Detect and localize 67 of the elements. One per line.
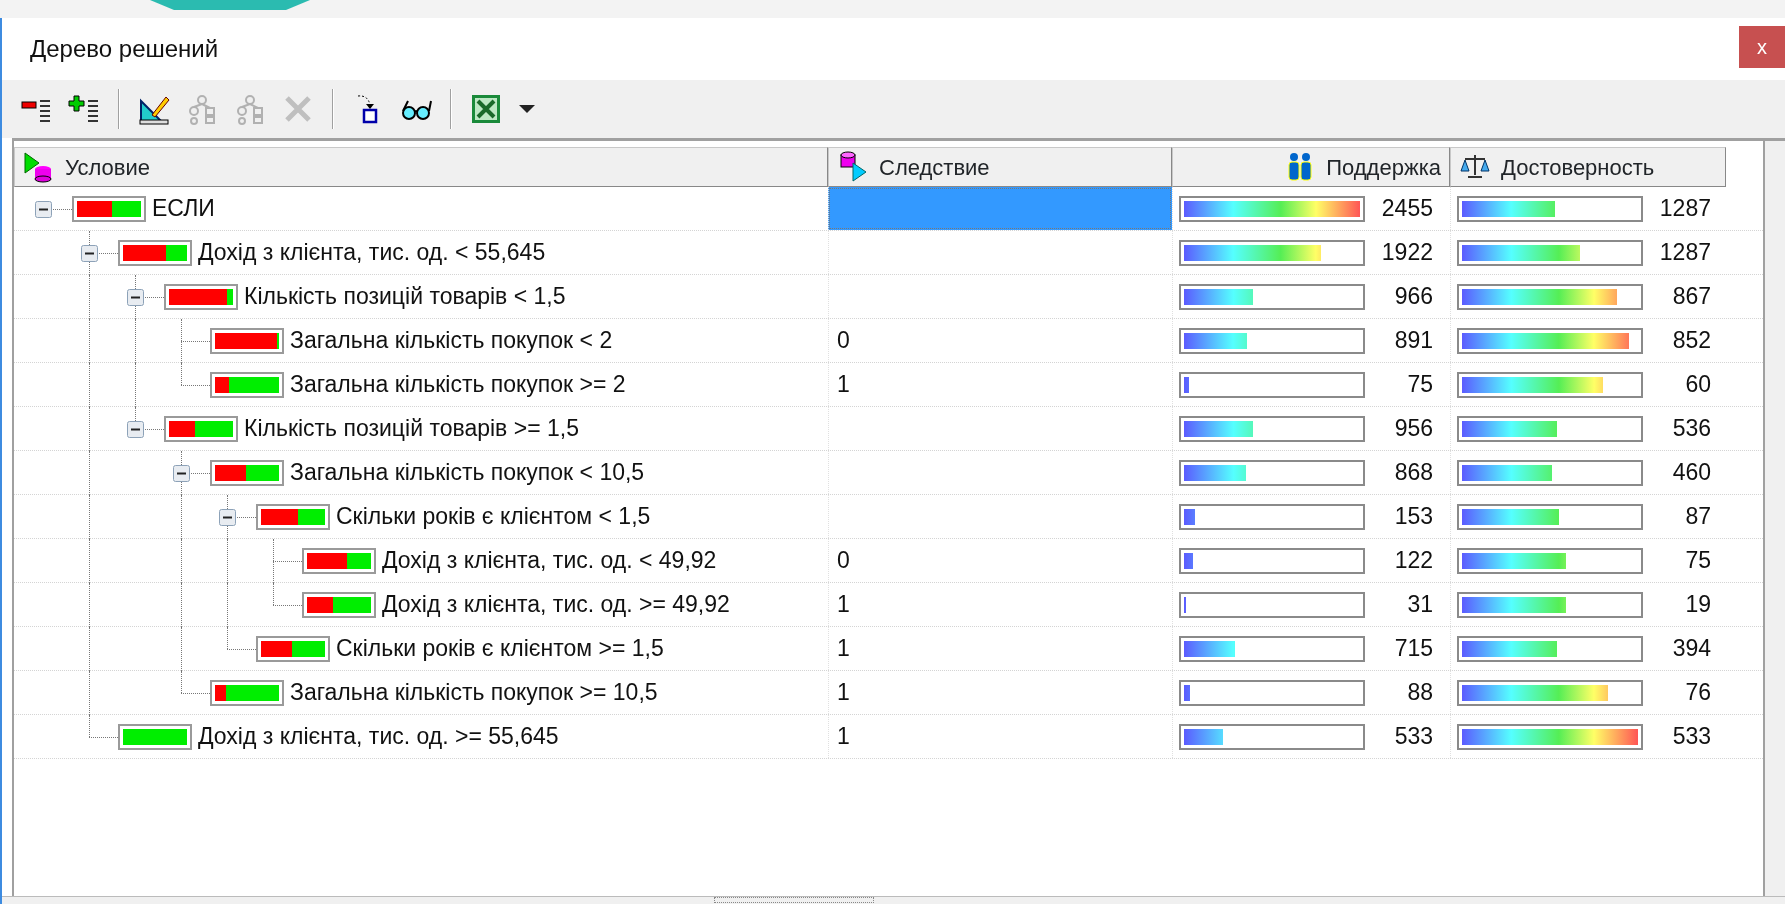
result-cell[interactable]: 1 <box>828 671 1172 714</box>
result-cell[interactable]: 1 <box>828 583 1172 626</box>
confidence-value: 536 <box>1671 414 1711 444</box>
caret-icon <box>519 105 535 113</box>
confidence-value: 87 <box>1684 502 1711 532</box>
confidence-value: 852 <box>1671 326 1711 356</box>
tree-icon <box>186 93 218 125</box>
condition-label[interactable]: Загальна кількість покупок >= 10,5 <box>290 675 658 710</box>
confidence-value: 460 <box>1671 458 1711 488</box>
support-value: 2455 <box>1380 194 1433 224</box>
condition-label[interactable]: Скільки років є клієнтом >= 1,5 <box>336 631 664 666</box>
confidence-value: 76 <box>1684 678 1711 708</box>
support-value: 966 <box>1393 282 1433 312</box>
condition-label[interactable]: Дохід з клієнта, тис. од. >= 49,92 <box>382 587 730 622</box>
column-header[interactable]: Достоверность <box>1450 147 1726 187</box>
support-value: 868 <box>1393 458 1433 488</box>
condition-label[interactable]: Скільки років є клієнтом < 1,5 <box>336 499 651 534</box>
confidence-value: 394 <box>1671 634 1711 664</box>
expand-toggle[interactable] <box>173 464 190 482</box>
confidence-value: 1287 <box>1658 194 1711 224</box>
support-value: 891 <box>1393 326 1433 356</box>
condition-label[interactable]: Кількість позицій товарів < 1,5 <box>244 279 566 314</box>
expand-toggle[interactable] <box>127 420 144 438</box>
expand-toggle[interactable] <box>127 288 144 306</box>
support-value: 75 <box>1406 370 1433 400</box>
confidence-value: 533 <box>1671 722 1711 752</box>
result-cell[interactable]: 1 <box>828 363 1172 406</box>
expand-toggle[interactable] <box>219 508 236 526</box>
column-header[interactable]: Условие <box>14 147 828 187</box>
condition-label[interactable]: Кількість позицій товарів >= 1,5 <box>244 411 579 446</box>
column-header[interactable]: Следствие <box>828 147 1172 187</box>
support-value: 956 <box>1393 414 1433 444</box>
confidence-value: 19 <box>1684 590 1711 620</box>
result-cell[interactable]: 0 <box>828 319 1172 362</box>
support-value: 153 <box>1393 502 1433 532</box>
condition-label[interactable]: Дохід з клієнта, тис. од. >= 55,645 <box>198 719 559 754</box>
support-value: 88 <box>1406 678 1433 708</box>
confidence-value: 1287 <box>1658 238 1711 268</box>
close-button[interactable]: x <box>1739 26 1785 68</box>
confidence-value: 867 <box>1671 282 1711 312</box>
support-value: 715 <box>1393 634 1433 664</box>
result-cell[interactable] <box>828 187 1172 230</box>
tree-icon <box>234 93 266 125</box>
column-header[interactable]: Поддержка <box>1172 147 1450 187</box>
expand-all-icon <box>68 93 100 125</box>
condition-label[interactable]: Загальна кількість покупок < 10,5 <box>290 455 645 490</box>
splitter-handle[interactable] <box>713 897 874 903</box>
result-cell[interactable]: 0 <box>828 539 1172 582</box>
support-value: 122 <box>1393 546 1433 576</box>
expand-toggle[interactable] <box>81 244 98 262</box>
condition-label[interactable]: Дохід з клієнта, тис. од. < 55,645 <box>198 235 546 270</box>
condition-label[interactable]: Загальна кількість покупок < 2 <box>290 323 613 358</box>
condition-label[interactable]: ЕСЛИ <box>152 191 215 226</box>
window-title: Дерево решений <box>30 34 219 64</box>
support-value: 31 <box>1406 590 1433 620</box>
spreadsheet-icon <box>470 93 502 125</box>
result-cell[interactable]: 1 <box>828 627 1172 670</box>
expand-toggle[interactable] <box>35 200 52 218</box>
support-value: 533 <box>1393 722 1433 752</box>
confidence-value: 75 <box>1684 546 1711 576</box>
scrollbar[interactable] <box>1763 141 1785 896</box>
condition-label[interactable]: Загальна кількість покупок >= 2 <box>290 367 626 402</box>
support-value: 1922 <box>1380 238 1433 268</box>
condition-label[interactable]: Дохід з клієнта, тис. од. < 49,92 <box>382 543 717 578</box>
result-icon <box>837 151 869 183</box>
confidence-value: 60 <box>1684 370 1711 400</box>
result-cell[interactable]: 1 <box>828 715 1172 758</box>
